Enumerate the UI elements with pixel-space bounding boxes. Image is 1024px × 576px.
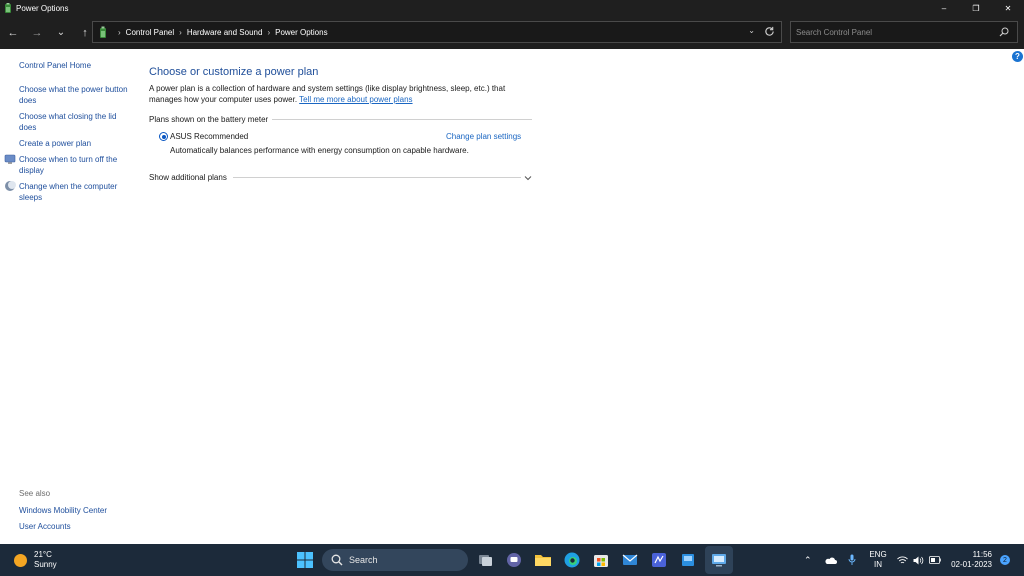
wifi-icon[interactable] [897,556,908,565]
sidebar-link-create-power-plan[interactable]: Create a power plan [19,138,134,149]
sidebar: Control Panel Home Choose what the power… [0,49,140,544]
sidebar-link-control-panel-home[interactable]: Control Panel Home [19,60,134,71]
breadcrumb-hardware-and-sound[interactable]: Hardware and Sound [187,28,263,37]
taskbar-search-label: Search [349,555,378,565]
chevron-right-icon: › [179,27,182,37]
plan-description: Automatically balances performance with … [170,146,469,155]
change-plan-settings-link[interactable]: Change plan settings [446,132,521,141]
page-title: Choose or customize a power plan [149,66,319,78]
battery-icon[interactable] [929,556,941,564]
see-also-heading: See also [19,489,51,498]
sidebar-link-power-button[interactable]: Choose what the power button does [19,84,134,106]
control-panel-icon[interactable] [710,551,728,569]
clock[interactable]: 11:56 02-01-2023 [948,550,992,570]
weather-condition: Sunny [34,560,57,569]
sidebar-link-user-accounts[interactable]: User Accounts [19,521,134,532]
minimize-button[interactable]: – [928,0,960,16]
sidebar-link-computer-sleeps[interactable]: Change when the computer sleeps [19,181,134,203]
navigation-bar: ← → ⌄ ↑ › Control Panel › Hardware and S… [0,16,1024,49]
forward-button[interactable]: → [26,22,48,44]
teams-chat-icon[interactable] [505,551,523,569]
chevron-right-icon: › [267,27,271,37]
whiteboard-icon[interactable] [650,551,668,569]
taskbar-search[interactable]: Search [322,549,468,571]
clock-time: 11:56 [972,550,992,559]
tell-me-more-link[interactable]: Tell me more about power plans [299,95,412,104]
divider [233,177,521,178]
sidebar-link-closing-lid[interactable]: Choose what closing the lid does [19,111,134,133]
breadcrumb-power-options[interactable]: Power Options [275,28,327,37]
search-box[interactable] [790,21,1018,43]
sun-icon [14,553,27,567]
close-button[interactable]: ✕ [992,0,1024,16]
window-controls: – ❐ ✕ [928,0,1024,16]
start-windows-icon[interactable] [296,551,314,569]
chevron-down-icon[interactable] [523,173,533,183]
microsoft-store-icon[interactable] [592,551,610,569]
back-button[interactable]: ← [2,22,24,44]
weather-temperature: 21°C [34,550,52,559]
show-hidden-icons-chevron[interactable]: ⌃ [804,555,812,565]
language-code: ENG [869,550,887,559]
power-options-icon [100,26,106,38]
weather-widget[interactable]: 21°C Sunny [14,550,57,570]
taskbar: 21°C Sunny Search ⌃ ENG IN 11:56 02-01-2… [0,544,1024,576]
plan-radio-button[interactable] [159,132,168,141]
chevron-down-icon[interactable]: ⌄ [748,26,755,35]
sidebar-link-turn-off-display[interactable]: Choose when to turn off the display [19,154,134,176]
breadcrumb-control-panel[interactable]: Control Panel [126,28,174,37]
notification-badge[interactable]: 2 [1000,555,1010,565]
file-explorer-icon[interactable] [534,551,552,569]
address-bar[interactable]: › Control Panel › Hardware and Sound › P… [92,21,782,43]
onedrive-cloud-icon[interactable] [825,556,837,565]
input-language[interactable]: ENG IN [867,550,889,570]
task-view-icon[interactable] [476,551,494,569]
volume-icon[interactable] [913,556,924,565]
display-icon [4,154,16,164]
app-window-icon[interactable] [679,551,697,569]
title-bar: Power Options – ❐ ✕ [0,0,1024,16]
plans-group-label: Plans shown on the battery meter [149,115,269,124]
help-icon[interactable]: ? [1012,51,1023,62]
refresh-icon[interactable] [764,26,775,37]
sleep-moon-icon [5,181,16,191]
window-title: Power Options [16,3,69,13]
edge-browser-icon[interactable] [563,551,581,569]
sidebar-link-windows-mobility-center[interactable]: Windows Mobility Center [19,505,134,516]
search-icon [331,554,343,566]
search-icon[interactable] [999,27,1009,37]
search-input[interactable] [791,27,991,37]
restore-button[interactable]: ❐ [960,0,992,16]
divider [272,119,532,120]
region-code: IN [874,560,882,569]
page-description: A power plan is a collection of hardware… [149,83,519,105]
recent-locations-button[interactable]: ⌄ [50,22,72,44]
chevron-right-icon: › [118,27,121,37]
clock-date: 02-01-2023 [951,560,992,569]
plan-name[interactable]: ASUS Recommended [170,132,248,141]
mail-icon[interactable] [621,551,639,569]
show-additional-plans-toggle[interactable]: Show additional plans [149,173,227,182]
microphone-icon[interactable] [848,554,856,566]
power-options-icon [5,3,11,13]
